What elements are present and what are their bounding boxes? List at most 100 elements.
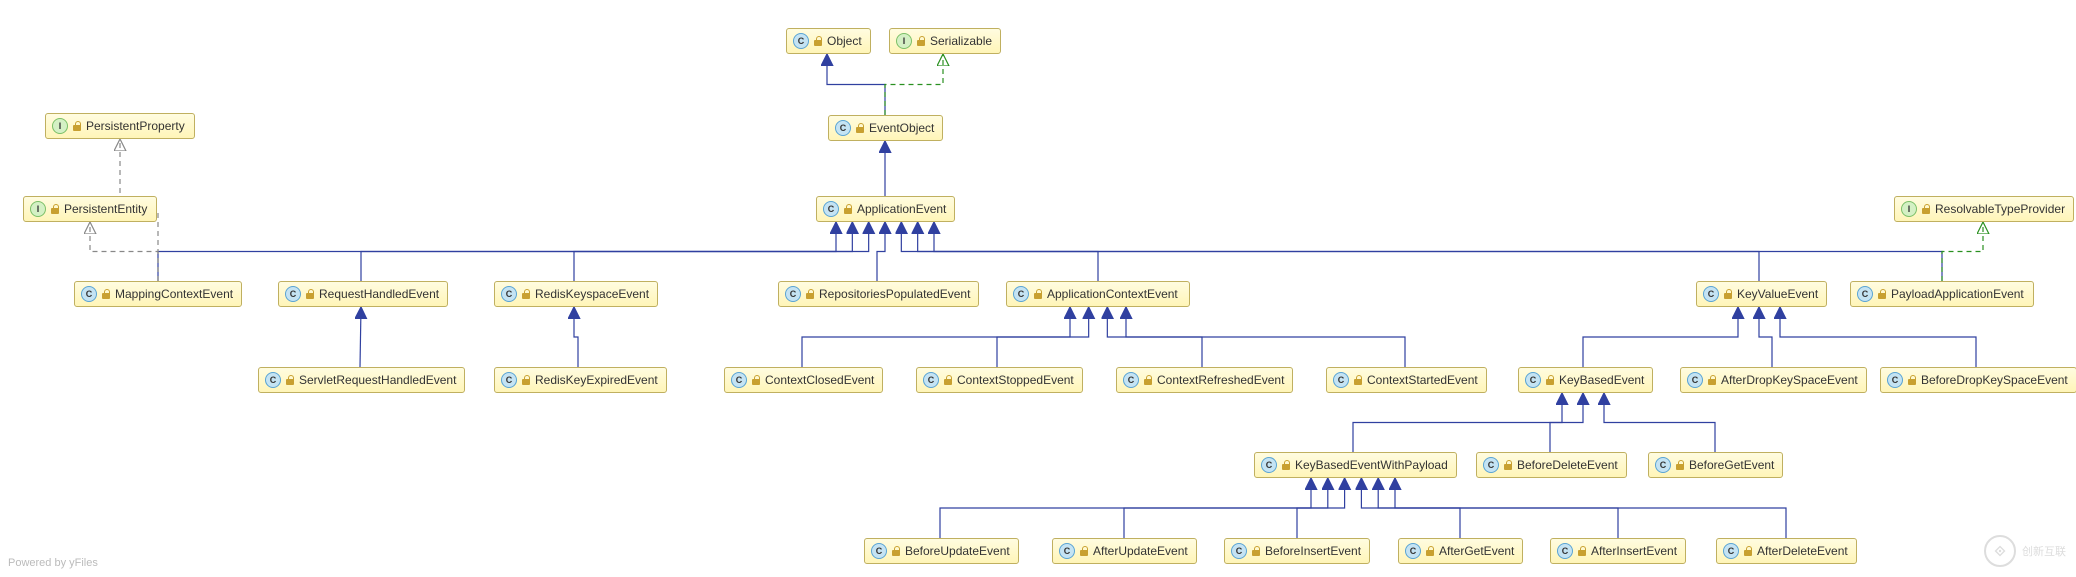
node-label: KeyBasedEvent bbox=[1559, 373, 1644, 387]
class-icon: C bbox=[501, 286, 517, 302]
uml-node-requestHandledEvent: CRequestHandledEvent bbox=[278, 281, 448, 307]
class-icon: C bbox=[501, 372, 517, 388]
node-label: BeforeDropKeySpaceEvent bbox=[1921, 373, 2068, 387]
lock-icon bbox=[521, 289, 531, 299]
class-icon: C bbox=[1703, 286, 1719, 302]
node-label: ServletRequestHandledEvent bbox=[299, 373, 456, 387]
class-icon: C bbox=[265, 372, 281, 388]
lock-icon bbox=[1545, 375, 1555, 385]
lock-icon bbox=[1281, 460, 1291, 470]
node-label: BeforeDeleteEvent bbox=[1517, 458, 1618, 472]
class-icon: C bbox=[793, 33, 809, 49]
class-icon: C bbox=[1333, 372, 1349, 388]
node-label: ContextStartedEvent bbox=[1367, 373, 1478, 387]
edge-beforeDropKeySpaceEvent-to-keyValueEvent bbox=[1780, 307, 1976, 367]
class-icon: C bbox=[1857, 286, 1873, 302]
lock-icon bbox=[1503, 460, 1513, 470]
lock-icon bbox=[1425, 546, 1435, 556]
lock-icon bbox=[1707, 375, 1717, 385]
edge-beforeUpdateEvent-to-keyBasedEventWithPayload bbox=[940, 478, 1311, 538]
class-icon: C bbox=[1557, 543, 1573, 559]
edge-contextStartedEvent-to-applicationContextEvent bbox=[1126, 307, 1405, 367]
edge-servletRequestHandledEvent-to-requestHandledEvent bbox=[360, 307, 361, 367]
watermark-text: 创新互联 bbox=[2022, 543, 2066, 559]
uml-node-afterDropKeySpaceEvent: CAfterDropKeySpaceEvent bbox=[1680, 367, 1867, 393]
class-icon: C bbox=[923, 372, 939, 388]
footer-credit: Powered by yFiles bbox=[8, 557, 98, 569]
lock-icon bbox=[855, 123, 865, 133]
uml-node-contextRefreshedEvent: CContextRefreshedEvent bbox=[1116, 367, 1293, 393]
class-icon: C bbox=[835, 120, 851, 136]
node-label: AfterDeleteEvent bbox=[1757, 544, 1848, 558]
node-label: AfterInsertEvent bbox=[1591, 544, 1677, 558]
lock-icon bbox=[72, 121, 82, 131]
lock-icon bbox=[1033, 289, 1043, 299]
interface-icon: I bbox=[30, 201, 46, 217]
lock-icon bbox=[1577, 546, 1587, 556]
node-label: Serializable bbox=[930, 34, 992, 48]
class-icon: C bbox=[1525, 372, 1541, 388]
edge-requestHandledEvent-to-applicationEvent bbox=[361, 222, 852, 281]
edge-payloadApplicationEvent-to-applicationEvent bbox=[934, 222, 1942, 281]
uml-node-eventObject: C EventObject bbox=[828, 115, 943, 141]
edge-repositoriesPopulatedEvent-to-applicationEvent bbox=[877, 222, 885, 281]
node-label: PayloadApplicationEvent bbox=[1891, 287, 2024, 301]
uml-node-afterDeleteEvent: C AfterDeleteEvent bbox=[1716, 538, 1857, 564]
edge-keyValueEvent-to-applicationEvent bbox=[918, 222, 1759, 281]
uml-node-beforeGetEvent: CBeforeGetEvent bbox=[1648, 452, 1783, 478]
node-label: AfterGetEvent bbox=[1439, 544, 1514, 558]
lock-icon bbox=[843, 204, 853, 214]
edge-payloadApplicationEvent-to-resolvableTypeProvider bbox=[1942, 222, 1983, 281]
class-icon: C bbox=[1261, 457, 1277, 473]
class-icon: C bbox=[1013, 286, 1029, 302]
class-icon: C bbox=[1887, 372, 1903, 388]
node-label: ApplicationContextEvent bbox=[1047, 287, 1178, 301]
uml-node-redisKeyExpiredEvent: CRedisKeyExpiredEvent bbox=[494, 367, 667, 393]
node-label: AfterDropKeySpaceEvent bbox=[1721, 373, 1858, 387]
lock-icon bbox=[1079, 546, 1089, 556]
lock-icon bbox=[1251, 546, 1261, 556]
node-label: KeyBasedEventWithPayload bbox=[1295, 458, 1448, 472]
lock-icon bbox=[1353, 375, 1363, 385]
lock-icon bbox=[1877, 289, 1887, 299]
class-icon: C bbox=[785, 286, 801, 302]
edge-afterDeleteEvent-to-keyBasedEventWithPayload bbox=[1395, 478, 1786, 538]
uml-node-mappingContextEvent: CMappingContextEvent bbox=[74, 281, 242, 307]
edge-redisKeyspaceEvent-to-applicationEvent bbox=[574, 222, 869, 281]
edge-afterUpdateEvent-to-keyBasedEventWithPayload bbox=[1124, 478, 1328, 538]
interface-icon: I bbox=[52, 118, 68, 134]
uml-node-redisKeyspaceEvent: C RedisKeyspaceEvent bbox=[494, 281, 658, 307]
uml-node-beforeDropKeySpaceEvent: C BeforeDropKeySpaceEvent bbox=[1880, 367, 2076, 393]
lock-icon bbox=[1723, 289, 1733, 299]
node-label: ContextRefreshedEvent bbox=[1157, 373, 1284, 387]
lock-icon bbox=[813, 36, 823, 46]
uml-node-payloadApplicationEvent: C PayloadApplicationEvent bbox=[1850, 281, 2034, 307]
uml-node-keyBasedEvent: C KeyBasedEvent bbox=[1518, 367, 1653, 393]
lock-icon bbox=[1907, 375, 1917, 385]
node-label: KeyValueEvent bbox=[1737, 287, 1818, 301]
edge-eventObject-to-object bbox=[827, 54, 885, 115]
node-label: ContextClosedEvent bbox=[765, 373, 874, 387]
interface-icon: I bbox=[1901, 201, 1917, 217]
node-label: RedisKeyspaceEvent bbox=[535, 287, 649, 301]
class-icon: C bbox=[1723, 543, 1739, 559]
class-icon: C bbox=[1231, 543, 1247, 559]
uml-node-serializable: I Serializable bbox=[889, 28, 1001, 54]
edge-mappingContextEvent-to-persistentEntity bbox=[90, 222, 158, 281]
lock-icon bbox=[1675, 460, 1685, 470]
edge-contextRefreshedEvent-to-applicationContextEvent bbox=[1107, 307, 1202, 367]
lock-icon bbox=[891, 546, 901, 556]
edge-beforeGetEvent-to-keyBasedEvent bbox=[1604, 393, 1715, 452]
edge-afterDropKeySpaceEvent-to-keyValueEvent bbox=[1759, 307, 1772, 367]
uml-node-beforeInsertEvent: CBeforeInsertEvent bbox=[1224, 538, 1370, 564]
uml-node-applicationEvent: CApplicationEvent bbox=[816, 196, 955, 222]
watermark-icon: ⟐ bbox=[1984, 535, 2016, 567]
node-label: EventObject bbox=[869, 121, 934, 135]
node-label: ContextStoppedEvent bbox=[957, 373, 1074, 387]
uml-node-beforeDeleteEvent: CBeforeDeleteEvent bbox=[1476, 452, 1627, 478]
lock-icon bbox=[1743, 546, 1753, 556]
edge-contextClosedEvent-to-applicationContextEvent bbox=[802, 307, 1070, 367]
class-icon: C bbox=[1655, 457, 1671, 473]
interface-icon: I bbox=[896, 33, 912, 49]
edge-afterInsertEvent-to-keyBasedEventWithPayload bbox=[1378, 478, 1618, 538]
